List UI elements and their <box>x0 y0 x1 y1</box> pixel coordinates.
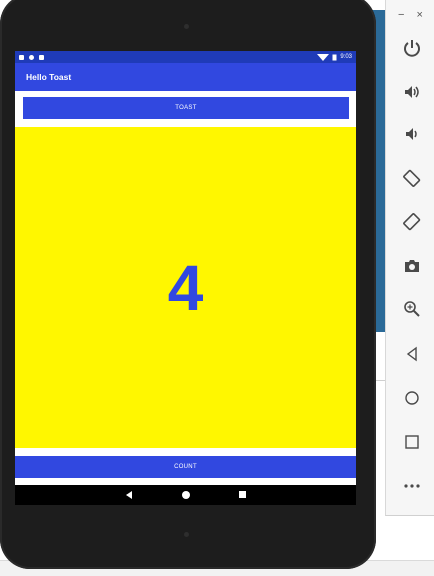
volume-down-icon[interactable] <box>400 122 424 146</box>
navigation-bar <box>15 485 356 505</box>
power-icon[interactable] <box>400 36 424 60</box>
back-icon[interactable] <box>400 342 424 366</box>
count-button[interactable]: COUNT <box>15 456 356 478</box>
volume-up-icon[interactable] <box>400 80 424 104</box>
app-title: Hello Toast <box>26 72 72 82</box>
status-time: 9:03 <box>340 54 352 60</box>
zoom-icon[interactable] <box>400 297 424 321</box>
toast-button[interactable]: TOAST <box>23 97 349 119</box>
count-value: 4 <box>167 251 204 324</box>
minimize-button[interactable]: − <box>398 9 416 21</box>
close-button[interactable]: × <box>416 9 434 21</box>
notification-icon <box>19 54 24 60</box>
nav-back-icon[interactable] <box>126 491 132 499</box>
notification-icon <box>39 54 44 60</box>
emulator-toolbar: −× <box>385 0 434 516</box>
window-controls: −× <box>398 9 434 21</box>
count-display: 4 <box>15 127 356 448</box>
more-icon[interactable] <box>400 474 424 498</box>
nav-home-icon[interactable] <box>182 491 190 499</box>
notification-icon <box>29 54 34 60</box>
wifi-signal-icon <box>317 53 330 61</box>
notification-icons <box>19 54 44 60</box>
nav-overview-icon[interactable] <box>239 491 246 498</box>
overview-icon[interactable] <box>400 430 424 454</box>
rotate-right-icon[interactable] <box>400 210 424 234</box>
rotate-left-icon[interactable] <box>400 166 424 190</box>
front-camera <box>184 24 189 29</box>
camera-icon[interactable] <box>400 254 424 278</box>
status-right: 9:03 <box>317 53 352 61</box>
battery-icon <box>332 54 337 60</box>
status-bar: 9:03 <box>15 51 356 63</box>
home-icon[interactable] <box>400 386 424 410</box>
bottom-sensor <box>184 532 189 537</box>
app-bar: Hello Toast <box>15 63 356 91</box>
device-frame: 9:03 Hello Toast TOAST 4 COUNT <box>0 0 376 569</box>
device-screen: 9:03 Hello Toast TOAST 4 COUNT <box>15 51 356 505</box>
